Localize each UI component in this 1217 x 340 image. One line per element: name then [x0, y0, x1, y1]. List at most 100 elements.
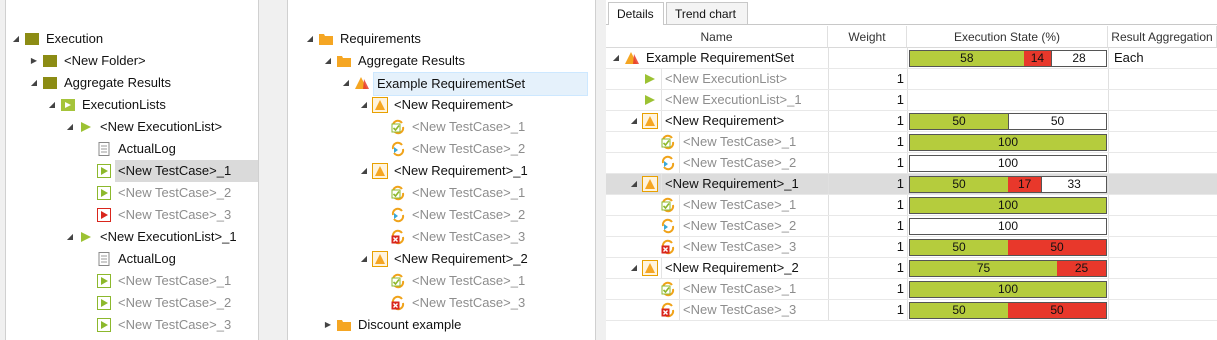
- weight-cell[interactable]: 1: [828, 111, 907, 131]
- weight-cell[interactable]: 1: [828, 195, 907, 215]
- execution-tree-item[interactable]: <New TestCase>_3: [6, 314, 258, 336]
- collapse-arrow-icon[interactable]: ◢: [358, 160, 370, 182]
- collapse-arrow-icon[interactable]: ◢: [64, 116, 76, 138]
- requirements-tree-item[interactable]: <New TestCase>_3: [288, 292, 595, 314]
- expand-arrow-icon[interactable]: ▶: [28, 50, 40, 72]
- details-row[interactable]: <New TestCase>_2 1 100: [606, 153, 1217, 174]
- result-aggregation-cell[interactable]: [1108, 279, 1217, 299]
- collapse-arrow-icon[interactable]: ◢: [46, 94, 58, 116]
- requirements-tree-item[interactable]: ▶ Discount example: [288, 314, 595, 336]
- execution-tree-item[interactable]: ◢ ExecutionLists: [6, 94, 258, 116]
- result-aggregation-cell[interactable]: [1108, 90, 1217, 110]
- execution-tree-item[interactable]: ActualLog: [6, 248, 258, 270]
- splitter-right[interactable]: [596, 0, 606, 340]
- requirements-tree-item[interactable]: ◢ <New Requirement>_1: [288, 160, 595, 182]
- collapse-arrow-icon[interactable]: ◢: [628, 111, 640, 131]
- expand-arrow-icon[interactable]: ▶: [322, 314, 334, 336]
- requirements-tree-item[interactable]: <New TestCase>_2: [288, 138, 595, 160]
- requirements-tree-item[interactable]: ◢ <New Requirement>_2: [288, 248, 595, 270]
- details-row[interactable]: ◢ <New Requirement>_2 1 75 25: [606, 258, 1217, 279]
- collapse-arrow-icon[interactable]: ◢: [628, 174, 640, 194]
- weight-cell[interactable]: 1: [828, 132, 907, 152]
- weight-cell[interactable]: 1: [828, 237, 907, 257]
- details-row[interactable]: <New TestCase>_2 1 100: [606, 216, 1217, 237]
- testcase-link-passed-icon: [390, 273, 406, 289]
- requirements-tree-item[interactable]: <New TestCase>_1: [288, 116, 595, 138]
- execution-tree-item[interactable]: ◢ <New ExecutionList>_1: [6, 226, 258, 248]
- details-row[interactable]: <New ExecutionList>_1 1: [606, 90, 1217, 111]
- requirements-tree-item[interactable]: <New TestCase>_1: [288, 270, 595, 292]
- collapse-arrow-icon[interactable]: ◢: [28, 72, 40, 94]
- execution-tree-panel[interactable]: ◢ Execution ▶ <New Folder> ◢ Aggregate Result…: [5, 0, 259, 340]
- execution-tree-item[interactable]: ◢ Execution: [6, 28, 258, 50]
- requirements-tree-item[interactable]: <New TestCase>_1: [288, 182, 595, 204]
- weight-cell[interactable]: 1: [828, 69, 907, 89]
- collapse-arrow-icon[interactable]: ◢: [358, 94, 370, 116]
- no-arrow: [376, 204, 388, 226]
- tab-trend-chart[interactable]: Trend chart: [666, 2, 748, 24]
- no-arrow: [646, 279, 658, 299]
- result-aggregation-cell[interactable]: [1108, 111, 1217, 131]
- requirements-tree-item[interactable]: ◢ Aggregate Results: [288, 50, 595, 72]
- details-row[interactable]: ◢ Example RequirementSet 58 14 28 Each: [606, 48, 1217, 69]
- splitter-left[interactable]: [259, 0, 287, 340]
- requirements-tree-item[interactable]: ◢ Requirements: [288, 28, 595, 50]
- collapse-arrow-icon[interactable]: ◢: [628, 258, 640, 278]
- execution-tree-item[interactable]: ActualLog: [6, 138, 258, 160]
- result-aggregation-cell[interactable]: [1108, 69, 1217, 89]
- execution-tree-item[interactable]: <New TestCase>_3: [6, 204, 258, 226]
- weight-cell[interactable]: 1: [828, 153, 907, 173]
- weight-cell[interactable]: 1: [828, 90, 907, 110]
- column-header-result-aggregation[interactable]: Result Aggregation: [1108, 26, 1217, 48]
- execution-tree-item[interactable]: ▶ <New Folder>: [6, 50, 258, 72]
- details-row[interactable]: ◢ <New Requirement>_1 1 50 17 33: [606, 174, 1217, 195]
- collapse-arrow-icon[interactable]: ◢: [10, 28, 22, 50]
- result-aggregation-cell[interactable]: [1108, 237, 1217, 257]
- requirements-tree-panel[interactable]: ◢ Requirements ◢ Aggregate Results ◢ Example …: [287, 0, 596, 340]
- collapse-arrow-icon[interactable]: ◢: [304, 28, 316, 50]
- weight-cell[interactable]: [828, 48, 907, 68]
- result-aggregation-cell[interactable]: [1108, 300, 1217, 320]
- column-header-weight[interactable]: Weight: [828, 26, 907, 48]
- execution-tree-item[interactable]: <New TestCase>_1: [6, 160, 258, 182]
- execution-tree-item[interactable]: ◢ <New ExecutionList>: [6, 116, 258, 138]
- execution-tree-item[interactable]: ◢ Aggregate Results: [6, 72, 258, 94]
- details-row[interactable]: <New TestCase>_3 1 50 50: [606, 237, 1217, 258]
- details-row[interactable]: <New TestCase>_3 1 50 50: [606, 300, 1217, 321]
- details-row[interactable]: <New TestCase>_1 1 100: [606, 132, 1217, 153]
- execution-tree-item[interactable]: <New TestCase>_2: [6, 292, 258, 314]
- requirements-tree-item[interactable]: <New TestCase>_3: [288, 226, 595, 248]
- requirements-tree-item[interactable]: ◢ <New Requirement>: [288, 94, 595, 116]
- collapse-arrow-icon[interactable]: ◢: [322, 50, 334, 72]
- execution-tree-item[interactable]: <New TestCase>_2: [6, 182, 258, 204]
- tree-item-label: Execution: [46, 31, 104, 46]
- execution-tree-item[interactable]: <New TestCase>_1: [6, 270, 258, 292]
- weight-cell[interactable]: 1: [828, 300, 907, 320]
- result-aggregation-cell[interactable]: [1108, 132, 1217, 152]
- collapse-arrow-icon[interactable]: ◢: [64, 226, 76, 248]
- weight-cell[interactable]: 1: [828, 279, 907, 299]
- details-row[interactable]: <New TestCase>_1 1 100: [606, 195, 1217, 216]
- weight-cell[interactable]: 1: [828, 216, 907, 236]
- result-aggregation-cell[interactable]: [1108, 258, 1217, 278]
- tab-details[interactable]: Details: [608, 2, 664, 25]
- details-row[interactable]: <New ExecutionList> 1: [606, 69, 1217, 90]
- column-header-name[interactable]: Name: [606, 26, 828, 48]
- collapse-arrow-icon[interactable]: ◢: [340, 72, 352, 94]
- requirements-tree-item[interactable]: ◢ Example RequirementSet: [288, 72, 595, 96]
- weight-cell[interactable]: 1: [828, 258, 907, 278]
- details-row[interactable]: <New TestCase>_1 1 100: [606, 279, 1217, 300]
- result-aggregation-cell[interactable]: [1108, 153, 1217, 173]
- result-aggregation-cell[interactable]: [1108, 195, 1217, 215]
- collapse-arrow-icon[interactable]: ◢: [358, 248, 370, 270]
- column-header-execution-state[interactable]: Execution State (%): [907, 26, 1108, 48]
- tree-item-label: <New TestCase>_1: [412, 273, 526, 288]
- result-aggregation-cell[interactable]: [1108, 174, 1217, 194]
- details-row[interactable]: ◢ <New Requirement> 1 50 50: [606, 111, 1217, 132]
- result-aggregation-cell[interactable]: [1108, 216, 1217, 236]
- weight-cell[interactable]: 1: [828, 174, 907, 194]
- requirements-tree-item[interactable]: <New TestCase>_2: [288, 204, 595, 226]
- result-aggregation-cell[interactable]: Each: [1108, 48, 1217, 68]
- collapse-arrow-icon[interactable]: ◢: [610, 48, 622, 68]
- tree-item-label: <New TestCase>_2: [412, 141, 526, 156]
